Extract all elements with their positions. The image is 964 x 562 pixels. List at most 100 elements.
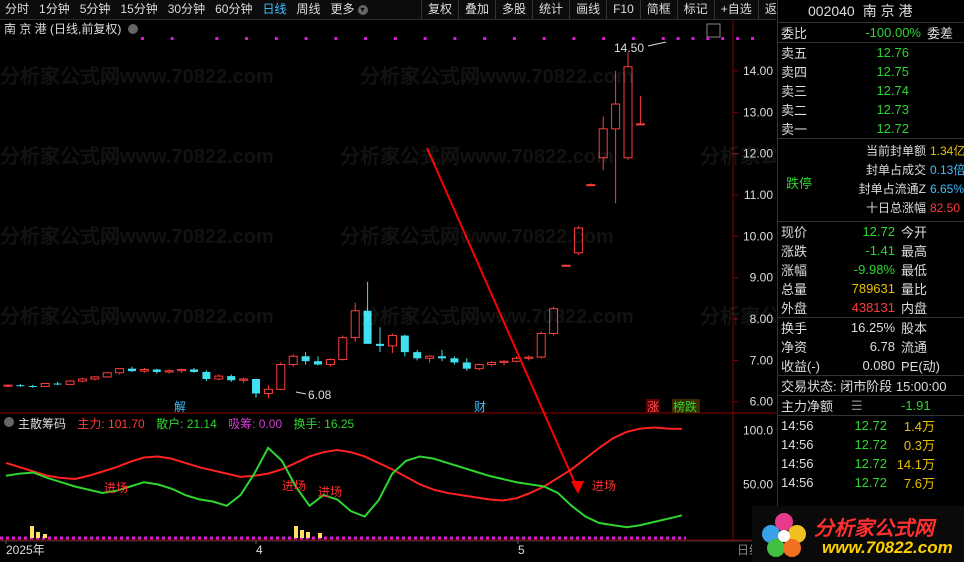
event-dot <box>721 37 725 40</box>
candle-body <box>3 384 13 387</box>
marker-bangdie[interactable]: 榜跌 <box>673 399 697 414</box>
event-dot <box>393 37 397 40</box>
tab-60min[interactable]: 60分钟 <box>210 0 257 19</box>
tab-5min[interactable]: 5分钟 <box>75 0 116 19</box>
logo-url: www.70822.com <box>822 538 953 557</box>
f10-button[interactable]: F10 <box>606 0 640 19</box>
event-dot <box>706 37 710 40</box>
period-tabs: 分时 1分钟 5分钟 15分钟 30分钟 60分钟 日线 周线 更多 ▾ <box>0 0 373 19</box>
tick-row: 14:56 12.72 1.4万 <box>778 416 964 435</box>
high-label: 14.50 <box>614 41 644 55</box>
overlay-button[interactable]: 叠加 <box>458 0 495 19</box>
marker-zhang[interactable]: 涨 <box>647 399 659 414</box>
candle-body <box>487 361 497 366</box>
absorb-bar <box>306 532 310 538</box>
candle-body <box>400 335 409 353</box>
logo-title: 分析家公式网 <box>814 518 934 540</box>
candle-body <box>635 123 645 126</box>
quote-value: 12.72 <box>862 224 895 239</box>
entry-label: 进场 <box>282 479 306 493</box>
stock-code: 002040 <box>808 3 855 19</box>
marker-jie[interactable]: 解 <box>174 400 186 414</box>
tab-fenshi[interactable]: 分时 <box>0 0 34 19</box>
mark-button[interactable]: 标记 <box>676 0 714 19</box>
candle-body <box>202 371 211 379</box>
candle-body <box>425 355 435 359</box>
event-dot <box>334 37 338 40</box>
net-flow-row[interactable]: 主力净额 ☰ -1.91 <box>778 395 964 415</box>
event-dot <box>453 37 457 40</box>
candle-body <box>413 352 422 359</box>
ask-label: 卖四 <box>781 65 808 80</box>
main-force-value: 主力: 101.70 <box>77 417 145 431</box>
stats-value: 16.25% <box>850 320 895 335</box>
fuquan-button[interactable]: 复权 <box>421 0 458 19</box>
stats-label: 换手 <box>781 321 808 336</box>
event-dot <box>661 37 665 40</box>
absorb-bar <box>318 533 322 538</box>
candle-body <box>561 264 571 267</box>
kline-chart[interactable]: 南 京 港 (日线,前复权) 14.00 13.00 12.00 11.00 10.00… <box>0 20 776 562</box>
tab-1min[interactable]: 1分钟 <box>34 0 75 19</box>
multi-stock-button[interactable]: 多股 <box>495 0 532 19</box>
seal-row: 十日总涨幅 82.50 <box>858 198 964 217</box>
indicator-tick-label: 50.00 <box>743 477 773 491</box>
tick-price: 12.72 <box>854 437 887 452</box>
tick-volume: 7.6万 <box>903 476 935 491</box>
seal-value: 0.13倍 <box>930 163 964 177</box>
tab-weekly[interactable]: 周线 <box>291 0 325 19</box>
event-dot <box>691 37 695 40</box>
weibi-value: -100.00% <box>865 25 921 40</box>
candle-body <box>288 355 298 366</box>
tab-30min[interactable]: 30分钟 <box>163 0 210 19</box>
event-dot <box>602 37 606 40</box>
chevron-down-icon[interactable] <box>128 24 138 34</box>
seal-list: 当前封单额 1.34亿 封单占成交 0.13倍 封单占流通Z 6.65% 十日总涨幅 82.5… <box>858 141 964 217</box>
ask-label: 卖三 <box>781 84 808 99</box>
simple-frame-button[interactable]: 简框 <box>639 0 677 19</box>
candle-body <box>438 356 446 359</box>
event-dot <box>751 37 754 40</box>
entry-label: 进场 <box>592 479 616 493</box>
trade-status: 交易状态: 闭市阶段 15:00:00 <box>781 379 947 394</box>
event-dot <box>364 37 368 40</box>
event-dot <box>512 37 516 40</box>
net-flow-value: -1.91 <box>901 398 931 413</box>
tab-daily[interactable]: 日线 <box>257 0 291 19</box>
statistics-button[interactable]: 统计 <box>532 0 569 19</box>
quote-list: 现价 12.72 今开 涨跌 -1.41 最高 涨幅 -9.98% 最低 总量 789631 量比 外盘… <box>778 221 964 317</box>
stats-list: 换手 16.25% 股本 净资 6.78 流通 收益(-) 0.080 PE(动) <box>778 317 964 375</box>
ask-price: 12.72 <box>876 121 909 136</box>
candle-body <box>190 369 198 372</box>
quote-right-label: 最低 <box>901 263 928 278</box>
tab-15min[interactable]: 15分钟 <box>115 0 162 19</box>
marker-cai[interactable]: 财 <box>474 400 486 414</box>
seal-value: 6.65% <box>930 181 964 196</box>
list-icon: ☰ <box>851 397 863 413</box>
seal-label: 当前封单额 <box>865 144 926 158</box>
event-dot <box>483 37 487 40</box>
limit-down-label: 跌停 <box>786 176 813 191</box>
seal-row: 封单占流通Z 6.65% <box>858 179 964 198</box>
draw-line-button[interactable]: 画线 <box>569 0 606 19</box>
price-tick-label: 14.00 <box>743 64 773 78</box>
tab-more[interactable]: 更多 ▾ <box>326 0 373 19</box>
quote-row: 总量 789631 量比 <box>778 279 964 298</box>
event-dot <box>676 37 680 40</box>
seal-value: 82.50 <box>930 200 961 215</box>
quote-label: 现价 <box>781 225 808 240</box>
tick-volume: 0.3万 <box>903 438 935 453</box>
candle-body <box>128 368 136 372</box>
ask-label: 卖五 <box>781 46 808 61</box>
quote-label: 外盘 <box>781 301 808 316</box>
quote-row: 涨跌 -1.41 最高 <box>778 241 964 260</box>
event-dot <box>736 37 740 40</box>
add-favorite-button[interactable]: +自选 <box>713 0 758 19</box>
candle-body <box>28 386 37 388</box>
seal-label: 封单占成交 <box>865 163 926 177</box>
quote-row: 现价 12.72 今开 <box>778 222 964 241</box>
stats-label: 净资 <box>781 340 808 355</box>
ask-list: 卖五 12.76 卖四 12.75 卖三 12.74 卖二 12.73 卖一 12.72 <box>778 42 964 138</box>
absorb-bar <box>300 530 304 538</box>
tick-price: 12.72 <box>854 475 887 490</box>
